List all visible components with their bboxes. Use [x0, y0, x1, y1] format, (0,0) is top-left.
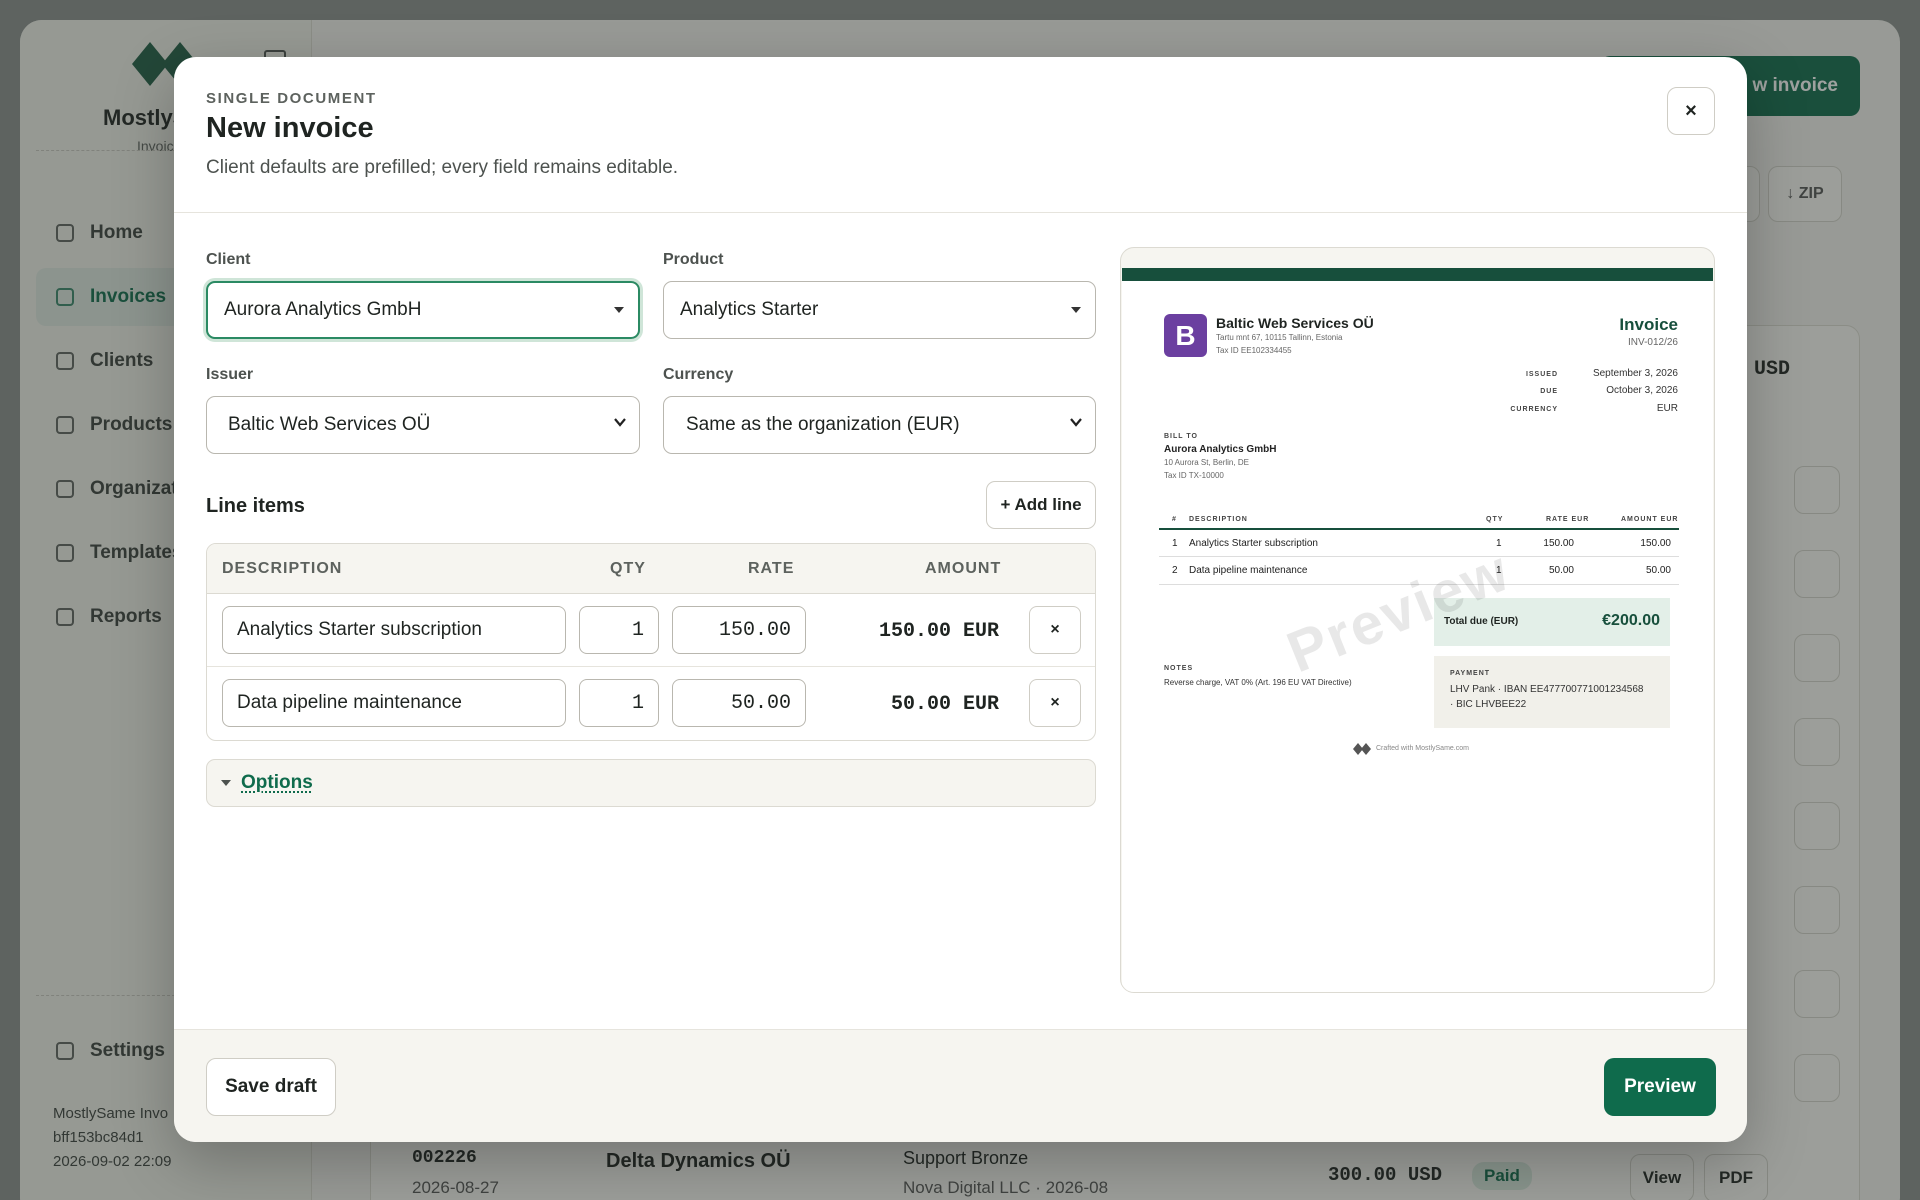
new-invoice-modal: SINGLE DOCUMENT New invoice Client defau… [174, 57, 1747, 1142]
issued-label: ISSUED [1525, 371, 1558, 378]
modal-title: New invoice [206, 112, 374, 144]
description-input[interactable]: Analytics Starter subscription [222, 606, 566, 654]
qty-input[interactable]: 1 [579, 679, 659, 727]
currency-value: EUR [1656, 403, 1678, 414]
preview-top-bar [1122, 268, 1713, 281]
options-disclosure[interactable]: Options [206, 759, 1096, 807]
bill-to-tax: Tax ID TX-10000 [1164, 471, 1224, 480]
product-label: Product [663, 251, 724, 268]
save-draft-button[interactable]: Save draft [206, 1058, 336, 1116]
modal-header: SINGLE DOCUMENT New invoice Client defau… [174, 57, 1747, 213]
issued-date: September 3, 2026 [1592, 368, 1678, 379]
line-amount: 150.00 EUR [878, 620, 999, 643]
caret-down-icon [221, 780, 231, 786]
line-items-table: DESCRIPTION QTY RATE AMOUNT Analytics St… [206, 543, 1096, 741]
qty-input[interactable]: 1 [579, 606, 659, 654]
notes-text: Reverse charge, VAT 0% (Art. 196 EU VAT … [1164, 678, 1352, 687]
client-select[interactable]: Aurora Analytics GmbH [206, 281, 640, 339]
preview-col-rate: RATE EUR [1546, 516, 1590, 523]
preview-col-description: DESCRIPTION [1189, 516, 1248, 523]
footer-text: Crafted with MostlySame.com [1376, 745, 1469, 752]
currency-value: Same as the organization (EUR) [686, 414, 960, 435]
org-name: Baltic Web Services OÜ [1216, 315, 1374, 331]
caret-down-icon [614, 307, 624, 313]
modal-eyebrow: SINGLE DOCUMENT [206, 90, 377, 107]
doc-number: INV-012/26 [1627, 337, 1678, 348]
preview-row-rate: 50.00 [1548, 565, 1574, 576]
invoice-preview: B Baltic Web Services OÜ Tartu mnt 67, 1… [1120, 247, 1715, 993]
col-qty: QTY [610, 560, 646, 577]
preview-row-amount: 150.00 [1640, 538, 1671, 549]
col-description: DESCRIPTION [222, 560, 343, 577]
payment-box: PAYMENT LHV Pank · IBAN EE47770077100123… [1434, 656, 1670, 728]
modal-subtitle: Client defaults are prefilled; every fie… [206, 157, 679, 178]
line-item-row: Analytics Starter subscription 1 150.00 … [207, 594, 1095, 667]
product-value: Analytics Starter [680, 299, 819, 320]
total-value: €200.00 [1602, 612, 1660, 629]
preview-header-rule [1159, 528, 1679, 530]
preview-row-rate: 150.00 [1543, 538, 1574, 549]
add-line-button[interactable]: + Add line [986, 481, 1096, 529]
preview-col-amount: AMOUNT EUR [1621, 516, 1679, 523]
client-value: Aurora Analytics GmbH [224, 299, 422, 320]
caret-down-icon [1071, 307, 1081, 313]
modal-footer: Save draft Preview [174, 1029, 1747, 1142]
line-amount: 50.00 EUR [890, 693, 999, 716]
product-select[interactable]: Analytics Starter [663, 281, 1096, 339]
issuer-value: Baltic Web Services OÜ [228, 414, 431, 435]
close-icon: × [1050, 694, 1060, 711]
description-input[interactable]: Data pipeline maintenance [222, 679, 566, 727]
preview-row-amount: 50.00 [1645, 565, 1671, 576]
preview-row-rule [1159, 556, 1679, 557]
col-rate: RATE [748, 560, 795, 577]
currency-select[interactable]: Same as the organization (EUR) [663, 396, 1096, 454]
chevron-down-icon [614, 418, 626, 427]
close-icon: × [1050, 621, 1060, 638]
bill-to-address: 10 Aurora St, Berlin, DE [1164, 458, 1249, 467]
issuer-select[interactable]: Baltic Web Services OÜ [206, 396, 640, 454]
org-logo: B [1164, 314, 1207, 357]
doc-title: Invoice [1619, 315, 1678, 334]
preview-row-num: 2 [1172, 565, 1178, 576]
payment-line-2: · BIC LHVBEE22 [1450, 699, 1527, 710]
close-button[interactable]: × [1667, 87, 1715, 135]
preview-col-num: # [1172, 516, 1177, 523]
currency-label: Currency [663, 366, 734, 383]
notes-label: NOTES [1164, 665, 1194, 672]
client-label: Client [206, 251, 251, 268]
close-icon: × [1685, 99, 1697, 122]
rate-input[interactable]: 50.00 [672, 679, 806, 727]
bill-to-name: Aurora Analytics GmbH [1164, 444, 1277, 455]
preview-row-num: 1 [1172, 538, 1178, 549]
preview-col-qty: QTY [1486, 516, 1504, 523]
issuer-label: Issuer [206, 366, 254, 383]
remove-line-button[interactable]: × [1029, 679, 1081, 727]
col-amount: AMOUNT [925, 560, 1002, 577]
payment-line-1: LHV Pank · IBAN EE477700771001234568 [1450, 684, 1644, 695]
line-items-header: DESCRIPTION QTY RATE AMOUNT [207, 544, 1095, 594]
remove-line-button[interactable]: × [1029, 606, 1081, 654]
chevron-down-icon [1070, 418, 1082, 427]
footer-logo-icon [1353, 743, 1371, 755]
rate-input[interactable]: 150.00 [672, 606, 806, 654]
line-item-row: Data pipeline maintenance 1 50.00 50.00 … [207, 667, 1095, 740]
currency-label: CURRENCY [1510, 406, 1558, 413]
preview-document: B Baltic Web Services OÜ Tartu mnt 67, 1… [1122, 268, 1713, 992]
due-date: October 3, 2026 [1606, 385, 1678, 396]
preview-row-description: Data pipeline maintenance [1189, 565, 1308, 576]
preview-button[interactable]: Preview [1604, 1058, 1716, 1116]
line-items-title: Line items [206, 495, 305, 517]
org-tax: Tax ID EE102334455 [1216, 346, 1292, 355]
payment-label: PAYMENT [1450, 670, 1491, 677]
org-address: Tartu mnt 67, 10115 Tallinn, Estonia [1216, 333, 1343, 342]
bill-to-label: BILL TO [1164, 433, 1198, 440]
preview-row-description: Analytics Starter subscription [1189, 538, 1318, 549]
options-label: Options [241, 772, 313, 793]
due-label: DUE [1540, 388, 1558, 395]
